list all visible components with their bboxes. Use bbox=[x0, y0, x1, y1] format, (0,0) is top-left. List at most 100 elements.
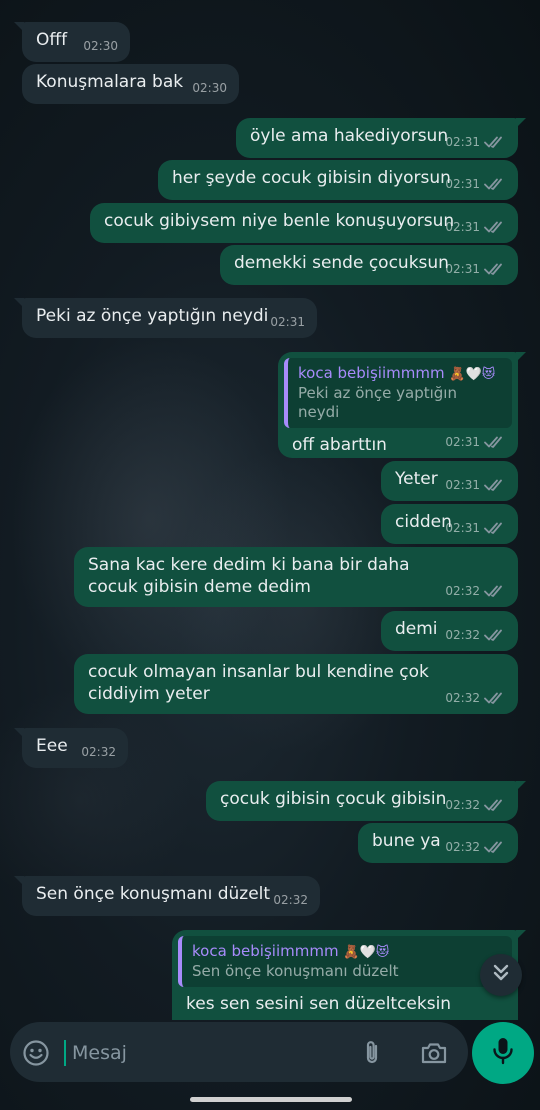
home-indicator[interactable] bbox=[190, 1097, 352, 1102]
message-incoming[interactable]: Peki az önçe yaptığın neydi 02:31 bbox=[14, 298, 317, 338]
message-text: öyle ama hakediyorsun bbox=[250, 126, 449, 146]
message-text: Peki az önçe yaptığın neydi bbox=[36, 306, 269, 326]
double-check-icon bbox=[484, 435, 506, 449]
message-outgoing[interactable]: demekki sende çocuksun 02:31 bbox=[220, 245, 518, 285]
message-outgoing[interactable]: her şeyde cocuk gibisin diyorsun 02:31 bbox=[158, 160, 518, 200]
message-text: cocuk gibiysem niye benle konuşuyorsun bbox=[104, 211, 455, 231]
quoted-author: koca bebişiimmmm 🧸🤍😻 bbox=[192, 942, 390, 960]
message-outgoing[interactable]: Sana kac kere dedim ki bana bir daha coc… bbox=[74, 547, 518, 607]
bubble-tail bbox=[516, 118, 526, 128]
message-time: 02:32 bbox=[81, 745, 116, 759]
message-meta: 02:31 bbox=[445, 258, 506, 280]
message-meta: 02:32 bbox=[445, 580, 506, 602]
message-text: çocuk gibisin çocuk gibisin bbox=[220, 789, 447, 809]
message-outgoing[interactable]: Yeter 02:31 bbox=[381, 461, 518, 501]
message-outgoing[interactable]: cocuk gibiysem niye benle konuşuyorsun 0… bbox=[90, 203, 518, 243]
message-incoming[interactable]: Konuşmalara bak 02:30 bbox=[22, 64, 239, 104]
message-text: Sana kac kere dedim ki bana bir daha coc… bbox=[88, 555, 410, 597]
message-outgoing[interactable]: öyle ama hakediyorsun 02:31 bbox=[236, 118, 526, 158]
double-check-icon bbox=[484, 628, 506, 642]
message-meta: 02:32 bbox=[445, 794, 506, 816]
message-meta: 02:32 bbox=[273, 889, 308, 911]
mic-icon bbox=[491, 1036, 515, 1070]
message-time: 02:32 bbox=[445, 798, 480, 812]
message-meta: 02:31 bbox=[445, 517, 506, 539]
camera-icon[interactable] bbox=[420, 1040, 448, 1070]
scroll-to-bottom-button[interactable] bbox=[480, 954, 522, 996]
message-meta: 02:32 bbox=[445, 624, 506, 646]
message-text: kes sen sesini sen düzeltceksin bbox=[186, 994, 452, 1014]
message-outgoing[interactable]: cocuk olmayan insanlar bul kendine çok c… bbox=[74, 654, 518, 714]
double-check-icon bbox=[484, 840, 506, 854]
message-meta: 02:31 bbox=[270, 311, 305, 333]
message-composer bbox=[10, 1022, 468, 1082]
message-outgoing-reply[interactable]: koca bebişiimmmm 🧸🤍😻 Peki az önçe yaptığ… bbox=[278, 352, 526, 458]
message-time: 02:31 bbox=[270, 315, 305, 329]
message-time: 02:32 bbox=[445, 691, 480, 705]
bubble-tail bbox=[516, 930, 526, 940]
double-check-icon bbox=[484, 177, 506, 191]
message-text: Offf bbox=[36, 30, 68, 50]
message-meta: 02:30 bbox=[192, 77, 227, 99]
message-meta: 02:31 bbox=[445, 216, 506, 238]
message-text: off abarttın bbox=[292, 435, 387, 455]
message-incoming[interactable]: Sen önçe konuşmanı düzelt 02:32 bbox=[14, 876, 320, 916]
message-meta: 02:32 bbox=[445, 687, 506, 709]
quoted-author-emojis: 🧸🤍😻 bbox=[449, 367, 496, 382]
bubble-tail bbox=[14, 876, 24, 886]
message-text: demi bbox=[395, 619, 438, 639]
message-time: 02:31 bbox=[445, 135, 480, 149]
message-time: 02:31 bbox=[445, 521, 480, 535]
bubble-tail bbox=[14, 728, 24, 738]
message-text: bune ya bbox=[372, 831, 441, 851]
text-cursor bbox=[64, 1040, 66, 1066]
message-time: 02:31 bbox=[445, 262, 480, 276]
message-meta: 02:32 bbox=[445, 836, 506, 858]
quoted-author-emojis: 🧸🤍😻 bbox=[343, 945, 390, 960]
bubble-tail bbox=[14, 22, 24, 32]
message-meta: 02:31 bbox=[445, 431, 506, 453]
quoted-text: Sen önçe konuşmanı düzelt bbox=[192, 962, 399, 980]
quoted-message[interactable]: koca bebişiimmmm 🧸🤍😻 Sen önçe konuşmanı … bbox=[178, 936, 512, 987]
bubble-tail bbox=[14, 298, 24, 308]
message-meta: 02:31 bbox=[445, 131, 506, 153]
bubble-tail bbox=[516, 781, 526, 791]
message-outgoing[interactable]: demi 02:32 bbox=[381, 611, 518, 651]
message-text: her şeyde cocuk gibisin diyorsun bbox=[172, 168, 451, 188]
message-list[interactable]: Offf 02:30 Konuşmalara bak 02:30 öyle am… bbox=[0, 0, 540, 1020]
double-check-icon bbox=[484, 584, 506, 598]
message-meta: 02:31 bbox=[445, 173, 506, 195]
mic-button[interactable] bbox=[472, 1022, 534, 1084]
message-incoming[interactable]: Offf 02:30 bbox=[14, 22, 130, 62]
message-outgoing[interactable]: çocuk gibisin çocuk gibisin 02:32 bbox=[206, 781, 526, 821]
message-time: 02:32 bbox=[445, 584, 480, 598]
message-time: 02:32 bbox=[273, 893, 308, 907]
message-text: Eee bbox=[36, 736, 68, 756]
message-time: 02:31 bbox=[445, 220, 480, 234]
double-check-icon bbox=[484, 798, 506, 812]
message-outgoing[interactable]: bune ya 02:32 bbox=[358, 823, 518, 863]
double-check-icon bbox=[484, 220, 506, 234]
message-text: Konuşmalara bak bbox=[36, 72, 184, 92]
message-time: 02:31 bbox=[445, 177, 480, 191]
message-input[interactable] bbox=[70, 1036, 344, 1070]
message-incoming[interactable]: Eee 02:32 bbox=[14, 728, 128, 768]
message-time: 02:31 bbox=[445, 478, 480, 492]
message-text: demekki sende çocuksun bbox=[234, 253, 449, 273]
message-text: cocuk olmayan insanlar bul kendine çok c… bbox=[88, 662, 429, 704]
message-time: 02:30 bbox=[83, 39, 118, 53]
paperclip-icon[interactable] bbox=[360, 1039, 384, 1071]
message-outgoing[interactable]: cidden 02:31 bbox=[381, 504, 518, 544]
emoji-icon[interactable] bbox=[22, 1039, 50, 1071]
message-meta: 02:30 bbox=[83, 35, 118, 57]
message-time: 02:31 bbox=[445, 435, 480, 449]
message-time: 02:32 bbox=[445, 840, 480, 854]
bubble-tail bbox=[516, 352, 526, 362]
quoted-message[interactable]: koca bebişiimmmm 🧸🤍😻 Peki az önçe yaptığ… bbox=[284, 358, 512, 428]
quoted-text: Peki az önçe yaptığın neydi bbox=[298, 384, 457, 421]
message-outgoing-reply[interactable]: koca bebişiimmmm 🧸🤍😻 Sen önçe konuşmanı … bbox=[172, 930, 526, 1020]
message-text: cidden bbox=[395, 512, 452, 532]
message-time: 02:32 bbox=[445, 628, 480, 642]
double-check-icon bbox=[484, 521, 506, 535]
message-meta: 02:32 bbox=[81, 741, 116, 763]
